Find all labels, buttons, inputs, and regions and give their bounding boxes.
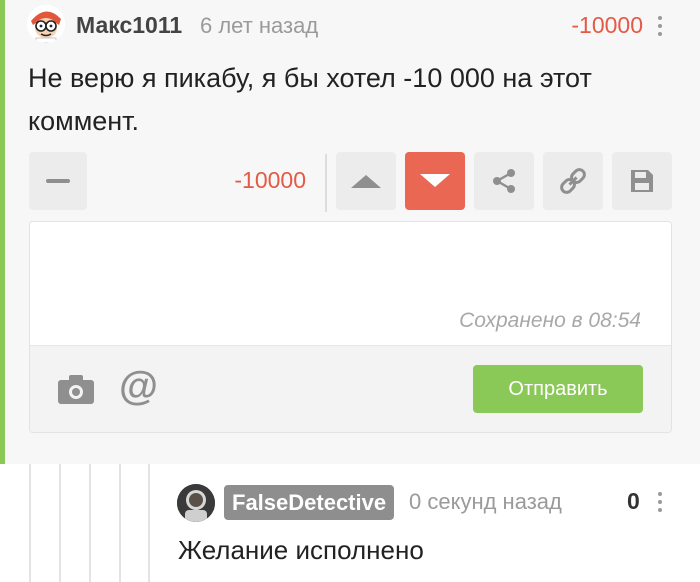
link-icon (560, 168, 586, 194)
upvote-button[interactable] (336, 152, 396, 210)
reply-text: Желание исполнено (178, 535, 424, 565)
comment-time[interactable]: 6 лет назад (200, 13, 318, 39)
rating-score: -10000 (234, 167, 306, 193)
reply-score: 0 (627, 488, 640, 514)
reply-textarea[interactable]: Сохранено в 08:54 (30, 222, 671, 345)
thread-line (59, 464, 61, 582)
share-icon (493, 169, 515, 193)
reply-editor: Сохранено в 08:54 @ Отправить (29, 221, 672, 433)
more-options-icon[interactable] (658, 16, 662, 40)
at-icon[interactable]: @ (119, 366, 158, 406)
arrow-down-icon (420, 174, 450, 187)
comment-score: -10000 (571, 12, 643, 38)
avatar[interactable] (177, 484, 215, 522)
thread-line (89, 464, 91, 582)
save-button[interactable] (612, 152, 672, 210)
camera-icon[interactable] (57, 373, 95, 410)
reply-time[interactable]: 0 секунд назад (409, 489, 562, 515)
downvote-button[interactable] (405, 152, 465, 210)
collapse-button[interactable] (29, 152, 87, 210)
more-options-icon[interactable] (658, 492, 662, 516)
share-button[interactable] (474, 152, 534, 210)
minus-icon (46, 179, 70, 183)
copy-link-button[interactable] (543, 152, 603, 210)
comment-author[interactable]: Макс1011 (76, 12, 182, 39)
save-icon (631, 170, 653, 192)
comment-text: Не верю я пикабу, я бы хотел -10 000 на … (28, 63, 592, 136)
vote-divider (325, 154, 327, 212)
send-button[interactable]: Отправить (473, 365, 643, 413)
draft-saved-status: Сохранено в 08:54 (459, 309, 641, 332)
reply-author[interactable]: FalseDetective (224, 485, 395, 520)
thread-line (148, 464, 150, 582)
thread-line (29, 464, 31, 582)
comment-accent-bar (0, 0, 5, 464)
thread-line (119, 464, 121, 582)
editor-toolbar: @ Отправить (30, 345, 671, 432)
arrow-up-icon (351, 175, 381, 188)
avatar[interactable] (27, 5, 65, 43)
